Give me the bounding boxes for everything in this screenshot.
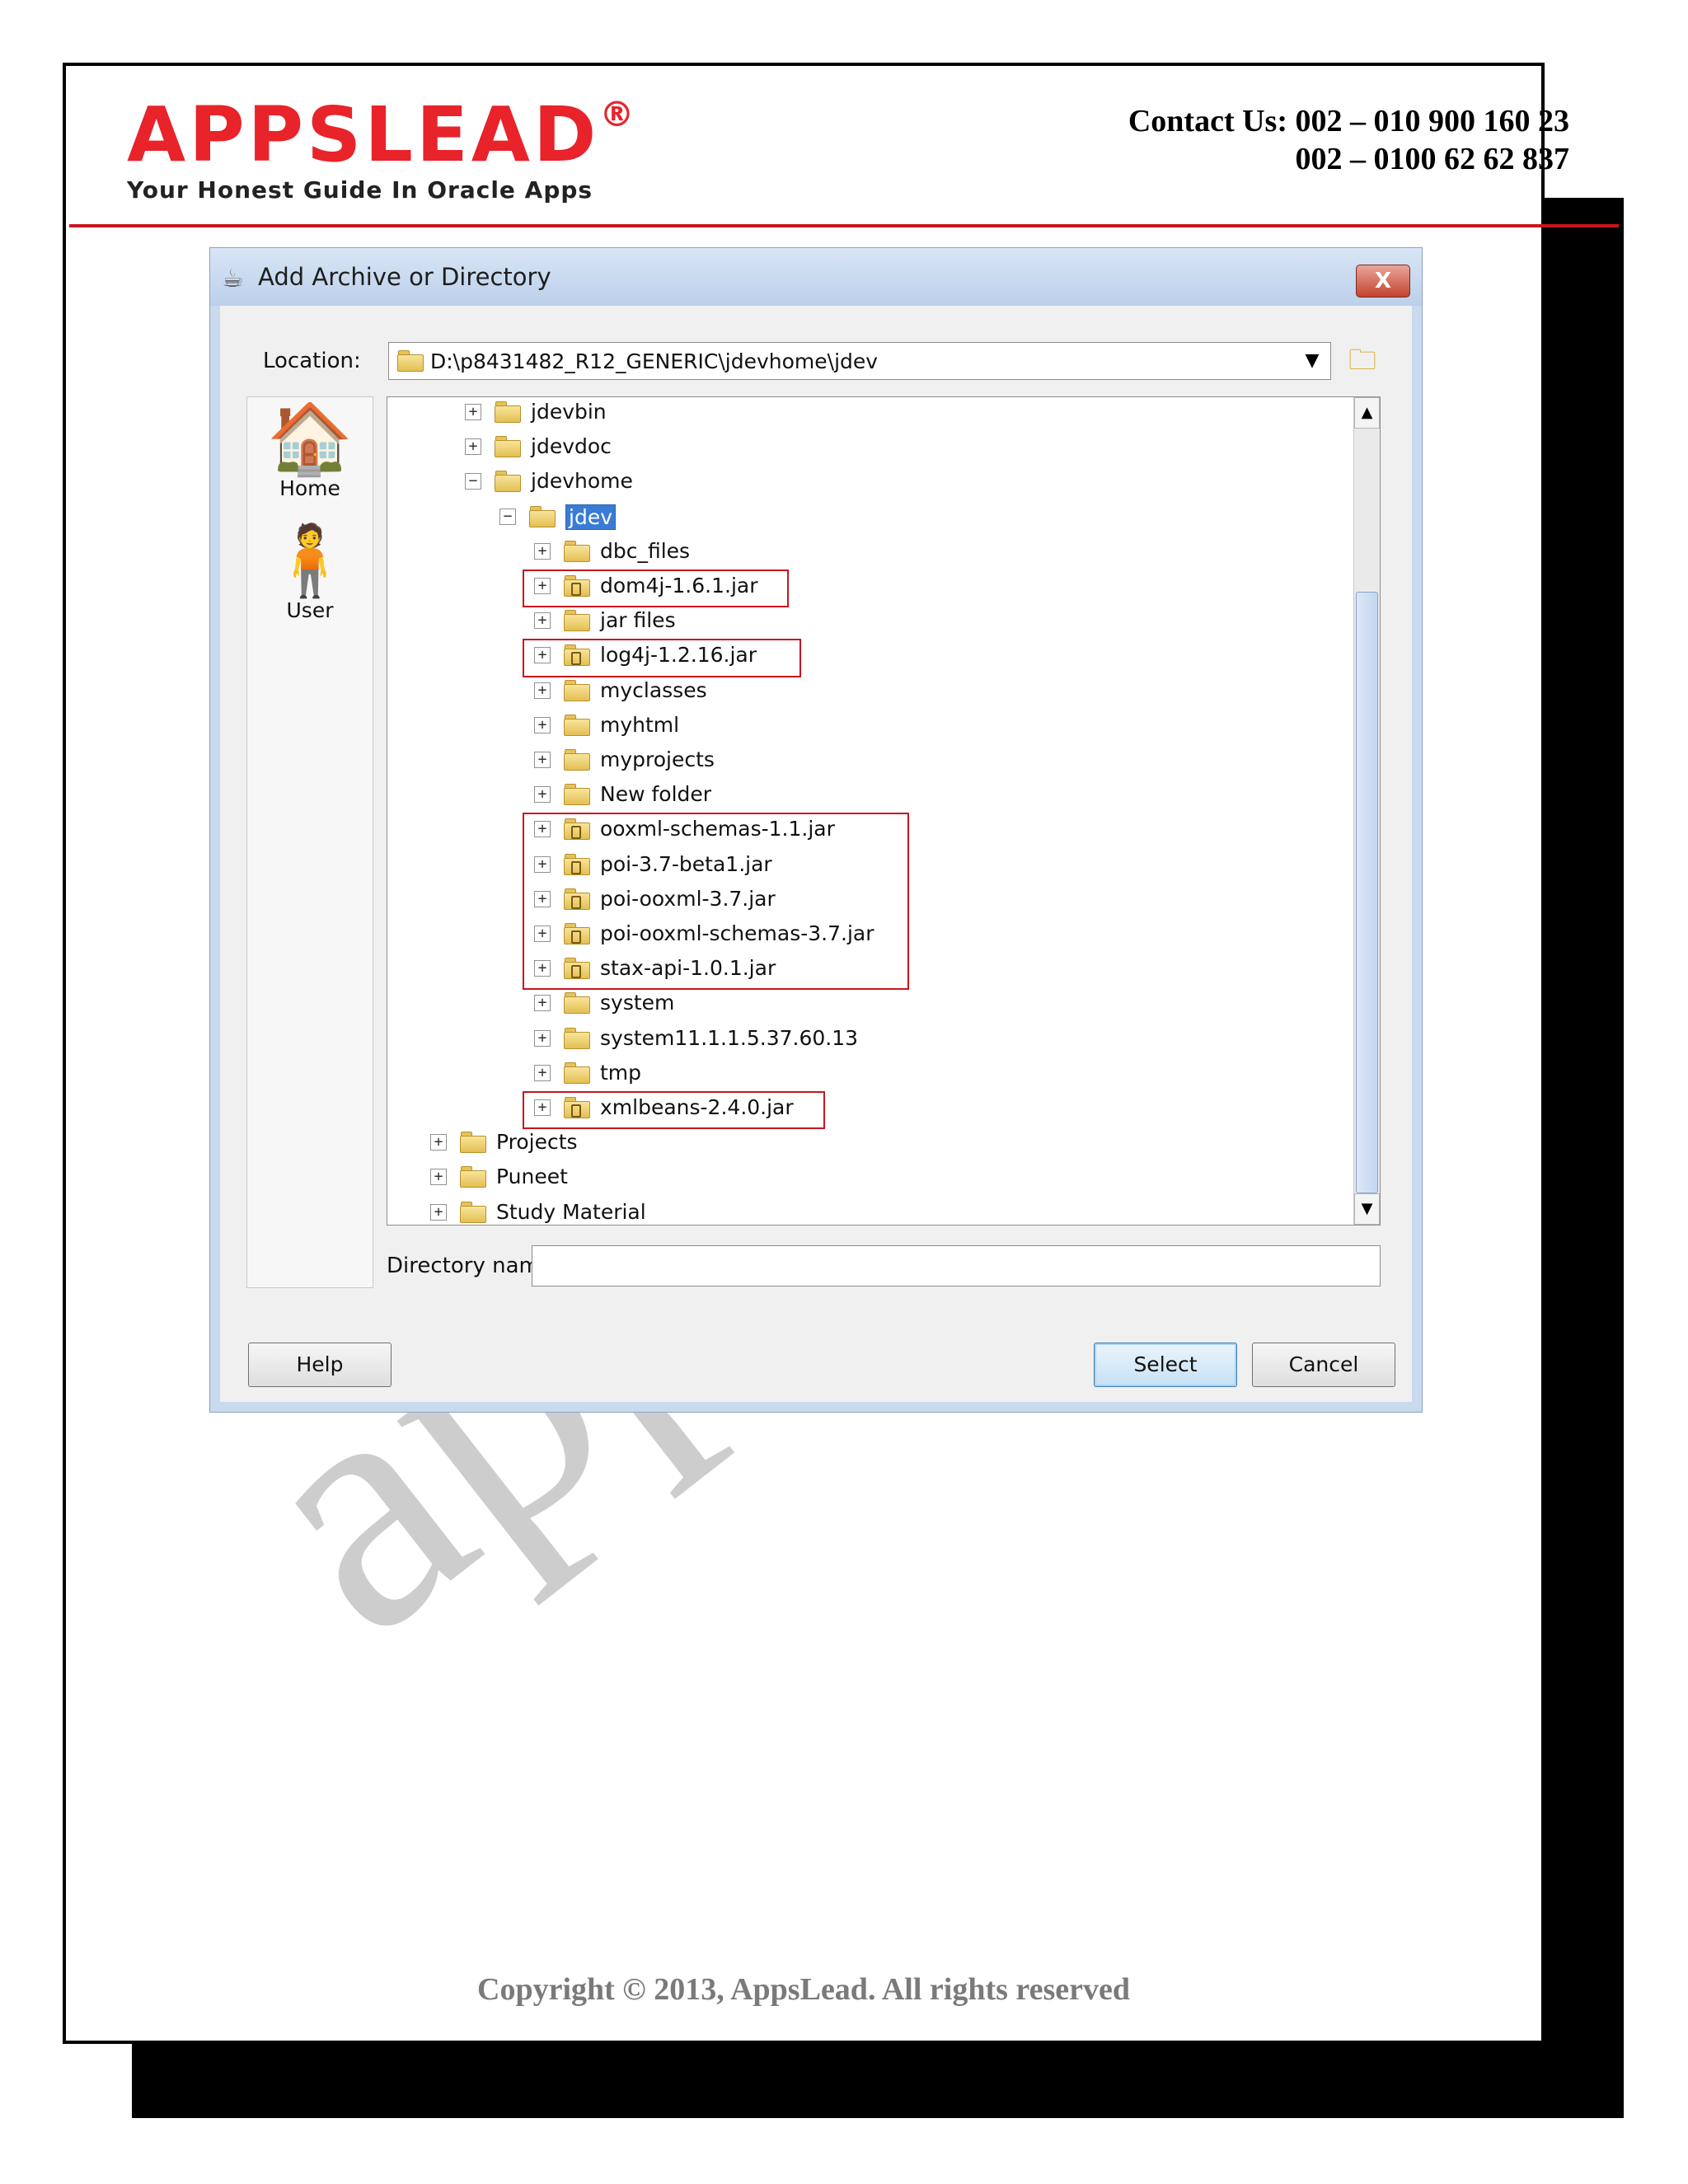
tree-node-label: jdev bbox=[565, 504, 616, 530]
tree-node-label: Projects bbox=[496, 1130, 578, 1155]
tree-node-label: myprojects bbox=[600, 748, 715, 771]
folder-icon bbox=[564, 749, 592, 771]
close-button[interactable]: X bbox=[1356, 265, 1410, 298]
location-label: Location: bbox=[263, 349, 361, 373]
chevron-down-icon[interactable]: ▼ bbox=[1299, 348, 1325, 374]
home-icon: 🏠 bbox=[266, 398, 354, 479]
expand-icon[interactable]: + bbox=[534, 1064, 551, 1081]
new-folder-icon[interactable]: 🗀 bbox=[1346, 344, 1379, 377]
help-button[interactable]: Help bbox=[248, 1343, 392, 1387]
registered-mark: ® bbox=[599, 94, 638, 134]
vertical-scrollbar[interactable]: ▲ ▼ bbox=[1353, 397, 1380, 1225]
page-shadow-bottom bbox=[132, 2044, 1624, 2118]
folder-icon bbox=[564, 992, 592, 1015]
expand-icon[interactable]: + bbox=[534, 752, 551, 768]
folder-icon bbox=[529, 505, 557, 527]
contact-line-2: 002 – 0100 62 62 837 bbox=[1295, 142, 1570, 176]
folder-icon bbox=[397, 350, 425, 372]
tree-node-label: jar files bbox=[600, 608, 676, 633]
collapse-icon[interactable]: − bbox=[499, 508, 516, 525]
folder-icon bbox=[460, 1201, 488, 1223]
expand-icon[interactable]: + bbox=[465, 404, 481, 420]
directory-tree[interactable]: ▲ ▼ + jdevbin + jdevdoc − jdevhome − jdev + dbc_f… bbox=[387, 396, 1381, 1226]
folder-icon bbox=[495, 436, 523, 458]
expand-icon[interactable]: + bbox=[534, 995, 551, 1012]
copyright-footer: Copyright © 2013, AppsLead. All rights r… bbox=[477, 1972, 1130, 2007]
folder-icon bbox=[460, 1166, 488, 1188]
user-icon: 🧍 bbox=[266, 520, 354, 601]
dialog-title: Add Archive or Directory bbox=[258, 263, 551, 291]
expand-icon[interactable]: + bbox=[534, 716, 551, 733]
folder-icon bbox=[564, 1062, 592, 1084]
expand-icon[interactable]: + bbox=[430, 1203, 447, 1221]
place-home[interactable]: 🏠 Home bbox=[247, 404, 373, 500]
expand-icon[interactable]: + bbox=[534, 612, 551, 630]
folder-icon bbox=[564, 610, 592, 632]
highlight-box bbox=[523, 639, 801, 677]
select-button[interactable]: Select bbox=[1094, 1343, 1237, 1387]
dialog-body: Location: D:\p8431482_R12_GENERIC\jdevho… bbox=[220, 306, 1412, 1402]
collapse-icon[interactable]: − bbox=[465, 473, 481, 490]
contact-info: Contact Us: 002 – 010 900 160 23 002 – 0… bbox=[1128, 102, 1569, 178]
tree-node-label: jdevdoc bbox=[531, 434, 612, 459]
expand-icon[interactable]: + bbox=[534, 786, 551, 804]
scroll-up-icon[interactable]: ▲ bbox=[1354, 397, 1380, 429]
contact-line-1: Contact Us: 002 – 010 900 160 23 bbox=[1128, 104, 1569, 138]
expand-icon[interactable]: + bbox=[534, 542, 551, 560]
location-value: D:\p8431482_R12_GENERIC\jdevhome\jdev bbox=[430, 349, 879, 373]
tree-node-label: dbc_files bbox=[600, 538, 691, 563]
folder-icon bbox=[460, 1132, 488, 1154]
place-home-label: Home bbox=[279, 476, 340, 500]
tree-node-label: Study Material bbox=[496, 1199, 646, 1224]
tree-node-label: system bbox=[600, 991, 675, 1015]
places-bar: 🏠 Home 🧍 User bbox=[246, 396, 373, 1288]
tree-node-label: system11.1.1.5.37.60.13 bbox=[600, 1025, 859, 1050]
tree-node-label: myhtml bbox=[600, 712, 680, 737]
folder-icon bbox=[564, 540, 592, 562]
tree-node-label: jdevhome bbox=[531, 469, 633, 494]
highlight-box bbox=[523, 813, 909, 991]
tree-node-label: tmp bbox=[600, 1060, 642, 1085]
highlight-box bbox=[523, 1091, 825, 1130]
expand-icon[interactable]: + bbox=[534, 682, 551, 699]
place-user-label: User bbox=[286, 598, 334, 622]
place-user[interactable]: 🧍 User bbox=[247, 526, 373, 622]
dialog-titlebar[interactable]: ☕ Add Archive or Directory X bbox=[210, 248, 1422, 306]
highlight-box bbox=[523, 569, 789, 608]
page-shadow-right bbox=[1545, 198, 1624, 2118]
expand-icon[interactable]: + bbox=[534, 1029, 551, 1047]
folder-icon bbox=[564, 714, 592, 736]
expand-icon[interactable]: + bbox=[465, 438, 481, 456]
tree-node-label: Puneet bbox=[496, 1165, 568, 1189]
cancel-button[interactable]: Cancel bbox=[1252, 1343, 1395, 1387]
appslead-logo: APPSLEAD® Your Honest Guide In Oracle Ap… bbox=[127, 97, 671, 204]
folder-icon bbox=[564, 1027, 592, 1049]
tree-node-label: jdevbin bbox=[531, 400, 607, 424]
logo-wordmark: APPSLEAD® bbox=[127, 97, 671, 173]
folder-icon bbox=[495, 401, 523, 423]
folder-icon bbox=[564, 784, 592, 806]
location-combobox[interactable]: D:\p8431482_R12_GENERIC\jdevhome\jdev ▼ bbox=[388, 342, 1331, 380]
folder-icon bbox=[564, 679, 592, 701]
scrollbar-thumb[interactable] bbox=[1356, 592, 1378, 1193]
add-archive-dialog: ☕ Add Archive or Directory X Location: D… bbox=[209, 247, 1423, 1413]
expand-icon[interactable]: + bbox=[430, 1134, 447, 1151]
app-icon: ☕ bbox=[222, 265, 244, 293]
tree-node-label: New folder bbox=[600, 782, 712, 807]
directory-name-input[interactable] bbox=[532, 1245, 1381, 1286]
tree-node-label: myclasses bbox=[600, 677, 707, 702]
folder-icon bbox=[495, 471, 523, 493]
header-divider bbox=[69, 224, 1619, 227]
logo-tagline: Your Honest Guide In Oracle Apps bbox=[127, 176, 593, 204]
scroll-down-icon[interactable]: ▼ bbox=[1354, 1193, 1380, 1225]
expand-icon[interactable]: + bbox=[430, 1169, 447, 1186]
logo-text: APPSLEAD bbox=[127, 91, 600, 179]
